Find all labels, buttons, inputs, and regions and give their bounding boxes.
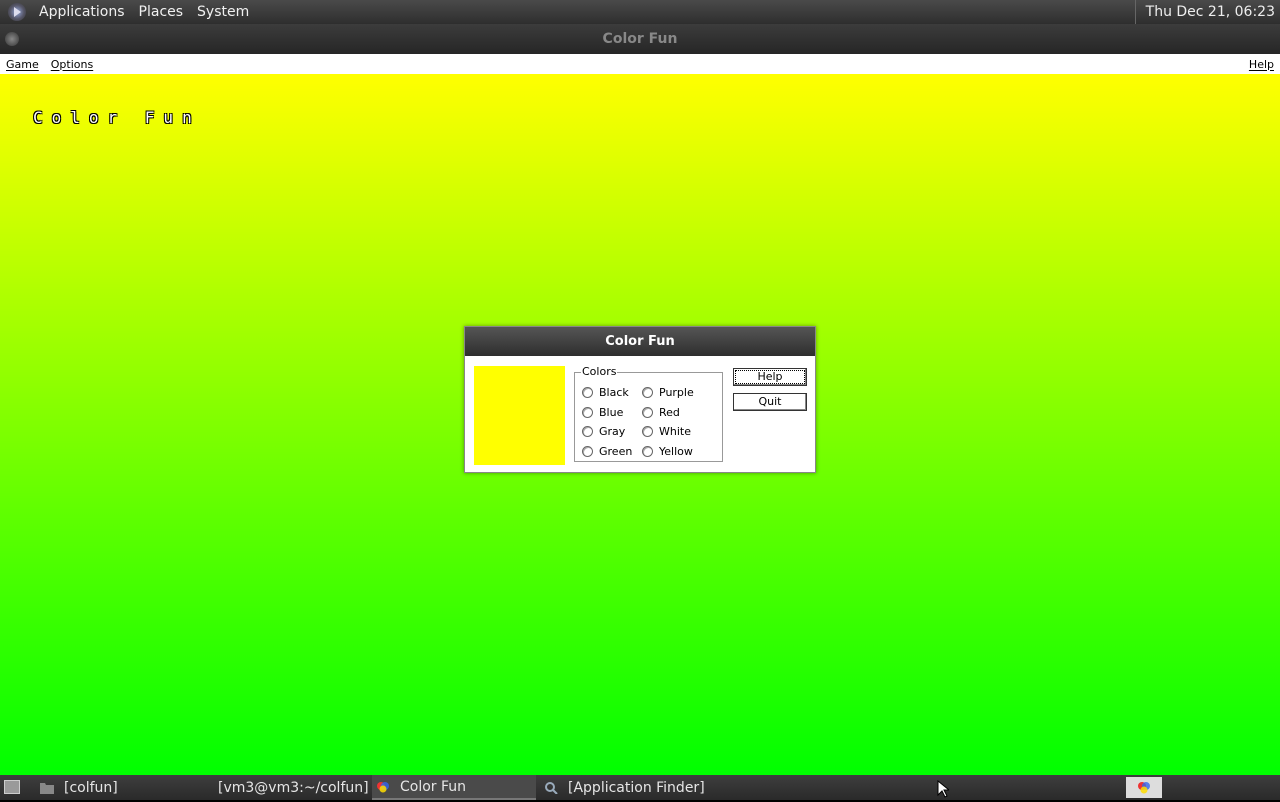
- radio-label: Gray: [599, 425, 626, 438]
- taskbar: [colfun] [vm3@vm3:~/colfun] Color Fun [A…: [0, 775, 1280, 800]
- clock[interactable]: Thu Dec 21, 06:23: [1134, 0, 1280, 24]
- menu-game[interactable]: Game: [0, 58, 45, 71]
- radio-circle-icon[interactable]: [642, 446, 653, 457]
- colors-group: Colors Black Blue Gray Green Purple Red …: [574, 365, 723, 462]
- tray-app-icon: [1138, 782, 1150, 794]
- magnifier-icon: [545, 781, 558, 794]
- radio-green[interactable]: Green: [582, 445, 632, 458]
- window-title: Color Fun: [602, 31, 678, 47]
- color-fun-icon: [377, 781, 389, 792]
- task-terminal[interactable]: [vm3@vm3:~/colfun]: [206, 775, 369, 800]
- task-colfun-folder[interactable]: [colfun]: [38, 775, 200, 800]
- dialog-title[interactable]: Color Fun: [465, 327, 815, 356]
- radio-circle-icon[interactable]: [582, 387, 593, 398]
- radio-white[interactable]: White: [642, 425, 691, 438]
- task-label: [colfun]: [64, 779, 118, 796]
- color-dialog: Color Fun Colors Black Blue Gray Green P…: [464, 326, 816, 473]
- task-label: [Application Finder]: [568, 779, 705, 796]
- radio-blue[interactable]: Blue: [582, 406, 623, 419]
- radio-label: Blue: [599, 406, 624, 419]
- color-swatch: [474, 366, 565, 465]
- window-titlebar[interactable]: Color Fun: [0, 24, 1280, 54]
- menu-help[interactable]: Help: [1243, 58, 1280, 71]
- system-menu[interactable]: System: [190, 4, 256, 20]
- radio-circle-icon[interactable]: [642, 387, 653, 398]
- mouse-cursor-icon: [937, 780, 949, 798]
- task-color-fun[interactable]: Color Fun: [372, 775, 536, 800]
- tray-color-fun-icon[interactable]: [1126, 777, 1162, 798]
- top-panel: Applications Places System Thu Dec 21, 0…: [0, 0, 1280, 24]
- task-label: [vm3@vm3:~/colfun]: [218, 779, 369, 796]
- radio-yellow[interactable]: Yellow: [642, 445, 693, 458]
- radio-red[interactable]: Red: [642, 406, 680, 419]
- gnome-logo-icon[interactable]: [8, 3, 26, 21]
- task-application-finder[interactable]: [Application Finder]: [542, 775, 734, 800]
- colors-group-label: Colors: [581, 365, 618, 378]
- radio-label: Red: [659, 406, 680, 419]
- radio-label: White: [659, 425, 691, 438]
- applications-menu[interactable]: Applications: [32, 4, 132, 20]
- radio-circle-icon[interactable]: [582, 446, 593, 457]
- radio-label: Green: [599, 445, 633, 458]
- radio-black[interactable]: Black: [582, 386, 629, 399]
- canvas-title: Color Fun: [33, 108, 201, 127]
- menu-options[interactable]: Options: [45, 58, 99, 71]
- radio-circle-icon[interactable]: [642, 407, 653, 418]
- menubar: Game Options Help: [0, 54, 1280, 74]
- radio-label: Purple: [659, 386, 694, 399]
- show-desktop-icon[interactable]: [4, 780, 20, 794]
- radio-circle-icon[interactable]: [582, 407, 593, 418]
- radio-circle-icon[interactable]: [582, 426, 593, 437]
- radio-gray[interactable]: Gray: [582, 425, 625, 438]
- radio-label: Black: [599, 386, 629, 399]
- radio-label: Yellow: [659, 445, 693, 458]
- help-button[interactable]: Help: [733, 368, 807, 386]
- folder-icon: [40, 782, 54, 794]
- radio-purple[interactable]: Purple: [642, 386, 694, 399]
- task-label: Color Fun: [400, 778, 467, 795]
- places-menu[interactable]: Places: [132, 4, 191, 20]
- window-menu-icon[interactable]: [5, 32, 19, 46]
- quit-button[interactable]: Quit: [733, 393, 807, 411]
- radio-circle-icon[interactable]: [642, 426, 653, 437]
